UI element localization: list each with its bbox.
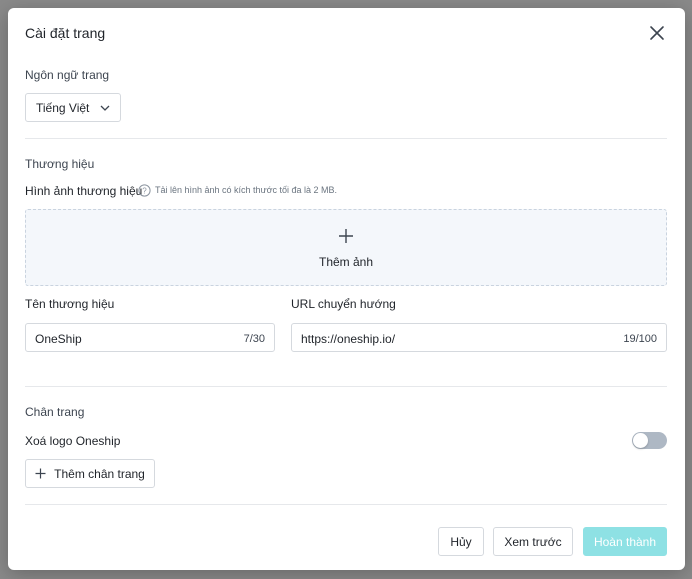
dialog-title: Cài đặt trang bbox=[25, 25, 106, 41]
redirect-url-input[interactable]: https://oneship.io/ 19/100 bbox=[291, 323, 667, 352]
remove-logo-toggle[interactable] bbox=[632, 432, 667, 449]
cancel-button[interactable]: Hủy bbox=[438, 527, 484, 556]
brand-image-dropzone[interactable]: Thêm ảnh bbox=[25, 209, 667, 286]
brand-name-label: Tên thương hiệu bbox=[25, 297, 115, 311]
brand-name-char-count: 7/30 bbox=[243, 333, 265, 345]
redirect-url-label: URL chuyển hướng bbox=[291, 297, 396, 311]
close-button[interactable] bbox=[648, 24, 666, 42]
plus-icon bbox=[339, 229, 353, 243]
image-size-hint: Tải lên hình ảnh có kích thước tối đa là… bbox=[155, 185, 338, 195]
brand-name-value: OneShip bbox=[35, 332, 82, 346]
toggle-knob bbox=[633, 433, 648, 448]
redirect-url-value: https://oneship.io/ bbox=[301, 332, 396, 346]
svg-text:?: ? bbox=[142, 186, 147, 195]
add-image-label: Thêm ảnh bbox=[318, 255, 374, 269]
plus-icon bbox=[35, 468, 46, 479]
done-button[interactable]: Hoàn thành bbox=[583, 527, 667, 556]
chevron-down-icon bbox=[100, 105, 110, 111]
language-select[interactable]: Tiếng Việt bbox=[25, 93, 121, 122]
page-settings-dialog: Cài đặt trang Ngôn ngữ trang Tiếng Việt … bbox=[8, 8, 685, 570]
brand-name-input[interactable]: OneShip 7/30 bbox=[25, 323, 275, 352]
brand-section-label: Thương hiệu bbox=[25, 157, 95, 171]
footer-section-label: Chân trang bbox=[25, 405, 85, 419]
add-footer-label: Thêm chân trang bbox=[54, 466, 145, 481]
remove-logo-label: Xoá logo Oneship bbox=[25, 434, 121, 448]
close-icon bbox=[650, 26, 664, 40]
question-circle-icon[interactable]: ? bbox=[138, 184, 151, 197]
brand-image-label: Hình ảnh thương hiệu bbox=[25, 184, 143, 198]
divider bbox=[25, 504, 667, 505]
language-section-label: Ngôn ngữ trang bbox=[25, 68, 110, 82]
language-selected-value: Tiếng Việt bbox=[36, 101, 90, 115]
preview-button[interactable]: Xem trước bbox=[493, 527, 573, 556]
divider bbox=[25, 386, 667, 387]
redirect-url-char-count: 19/100 bbox=[623, 333, 657, 345]
divider bbox=[25, 138, 667, 139]
add-footer-button[interactable]: Thêm chân trang bbox=[25, 459, 155, 488]
